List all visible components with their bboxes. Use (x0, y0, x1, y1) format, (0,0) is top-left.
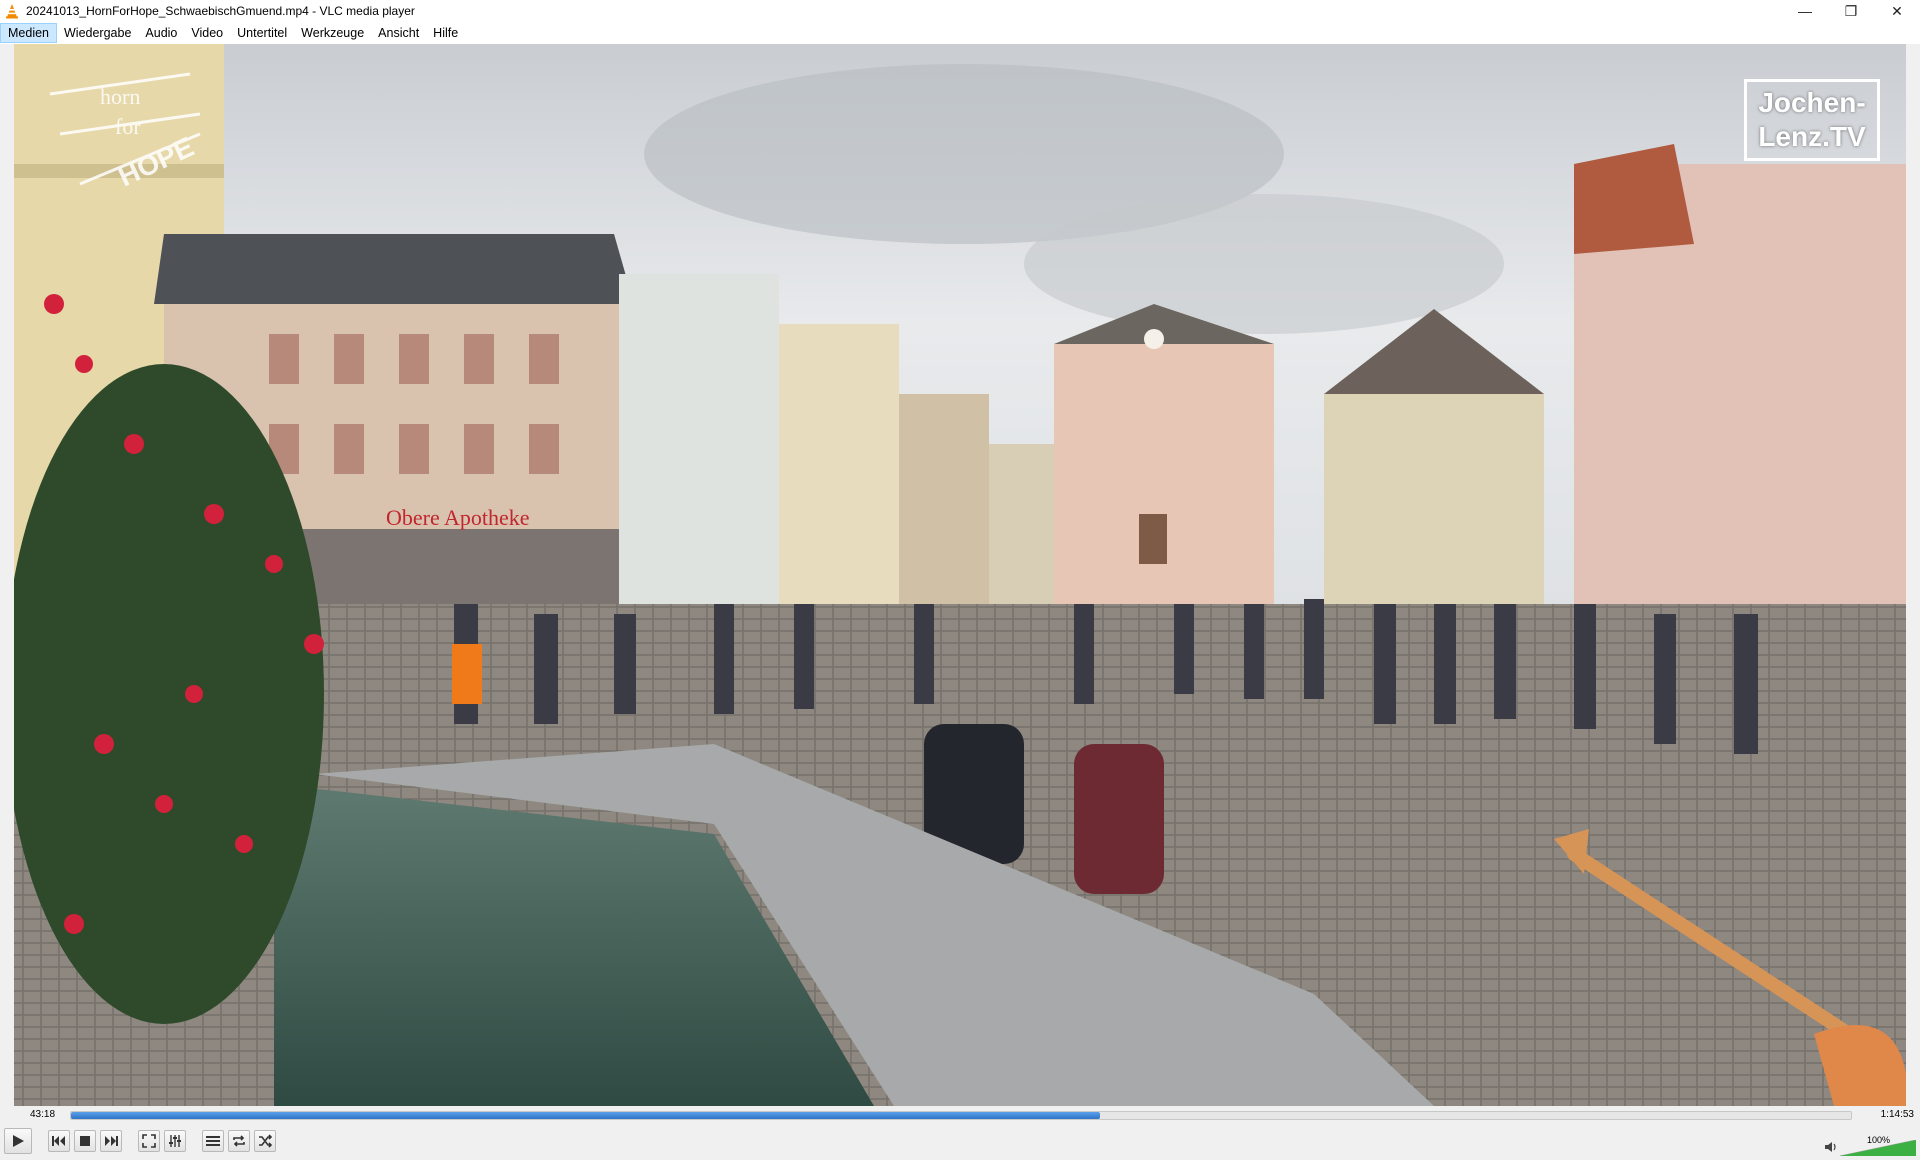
fullscreen-icon (142, 1134, 156, 1148)
seek-slider[interactable] (70, 1111, 1852, 1120)
horn-for-hope-logo: horn for HOPE (49, 72, 201, 193)
seek-row: 43:18 1:14:53 (0, 1106, 1920, 1126)
video-area[interactable]: Obere Apotheke horn for HOPE Jochen- Len… (14, 44, 1906, 1106)
menu-bar: Medien Wiedergabe Audio Video Untertitel… (0, 22, 1920, 44)
video-frame: Obere Apotheke (14, 44, 1906, 1106)
svg-text:for: for (115, 114, 141, 139)
vlc-cone-icon (6, 4, 18, 19)
menu-untertitel[interactable]: Untertitel (230, 23, 294, 43)
restore-button[interactable]: ❐ (1828, 0, 1874, 22)
title-bar: 20241013_HornForHope_SchwaebischGmuend.m… (0, 0, 1920, 22)
play-icon (13, 1135, 24, 1147)
svg-text:HOPE: HOPE (113, 131, 198, 193)
svg-text:horn: horn (100, 84, 140, 109)
volume-slider[interactable] (1840, 1140, 1916, 1156)
channel-watermark: Jochen- Lenz.TV (1744, 79, 1880, 161)
minimize-button[interactable]: — (1782, 0, 1828, 22)
control-bar: 100% (0, 1126, 1920, 1160)
loop-icon (233, 1135, 245, 1147)
shuffle-icon (259, 1134, 272, 1148)
vlc-window: 20241013_HornForHope_SchwaebischGmuend.m… (0, 0, 1920, 1160)
stop-button[interactable] (74, 1130, 96, 1152)
fullscreen-button[interactable] (138, 1130, 160, 1152)
extended-settings-button[interactable] (164, 1130, 186, 1152)
playlist-button[interactable] (202, 1130, 224, 1152)
menu-video[interactable]: Video (184, 23, 230, 43)
menu-ansicht[interactable]: Ansicht (371, 23, 426, 43)
play-button[interactable] (4, 1128, 32, 1154)
window-title: 20241013_HornForHope_SchwaebischGmuend.m… (26, 4, 415, 18)
menu-audio[interactable]: Audio (138, 23, 184, 43)
menu-hilfe[interactable]: Hilfe (426, 23, 465, 43)
elapsed-time: 43:18 (30, 1109, 56, 1120)
previous-button[interactable] (48, 1130, 70, 1152)
close-button[interactable]: ✕ (1874, 0, 1920, 22)
menu-wiedergabe[interactable]: Wiedergabe (57, 23, 138, 43)
total-time[interactable]: 1:14:53 (1881, 1109, 1914, 1120)
loop-button[interactable] (228, 1130, 250, 1152)
menu-werkzeuge[interactable]: Werkzeuge (294, 23, 371, 43)
shuffle-button[interactable] (254, 1130, 276, 1152)
seek-progress (71, 1112, 1100, 1119)
next-icon (105, 1136, 118, 1146)
next-button[interactable] (100, 1130, 122, 1152)
previous-icon (52, 1136, 65, 1146)
menu-medien[interactable]: Medien (0, 23, 57, 43)
speaker-icon[interactable] (1824, 1141, 1838, 1153)
stop-icon (80, 1136, 90, 1146)
playlist-icon (206, 1136, 220, 1146)
pharmacy-sign: Obere Apotheke (386, 505, 530, 530)
extended-settings-icon (169, 1135, 181, 1147)
